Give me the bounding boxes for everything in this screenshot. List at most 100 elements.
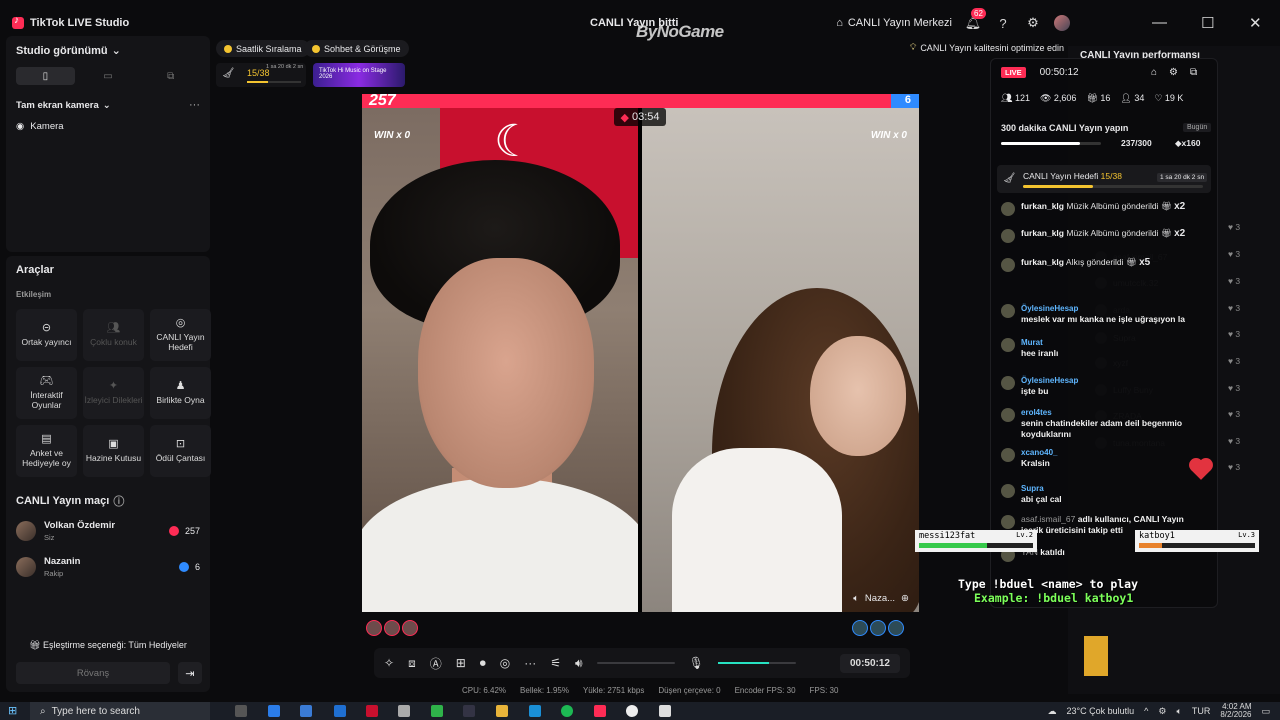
language-indicator[interactable]: TUR [1192, 706, 1211, 716]
chat-meet-pill[interactable]: Sohbet & Görüşme [304, 40, 409, 57]
folder-icon[interactable] [496, 705, 508, 717]
windows-start-icon[interactable]: ⊞ [8, 704, 17, 717]
add-icon[interactable]: ⊕ [901, 593, 909, 604]
gifter-avatar[interactable] [384, 620, 400, 636]
volume-icon[interactable]: 🔊︎ [575, 656, 583, 671]
app-icon[interactable] [659, 705, 671, 717]
panel-actions: ⌂ ⚙ ⧉ [1151, 67, 1197, 78]
tool-wishes[interactable]: ✦ İzleyici Dilekleri [83, 367, 144, 419]
add-source-icon[interactable]: ⊞ [456, 656, 466, 670]
chat-message[interactable]: xcano40_ Kralsin [1001, 447, 1206, 469]
speaker-icon[interactable]: 🔈︎ [853, 593, 859, 604]
app-icon[interactable] [431, 705, 443, 717]
info-icon[interactable]: ⓘ [113, 493, 124, 509]
help-button[interactable]: ? [994, 14, 1012, 32]
tool-target[interactable]: ◎ CANLI Yayın Hedefi [150, 309, 211, 361]
tool-treasure[interactable]: ▣ Hazine Kutusu [83, 425, 144, 477]
tool-gamepad[interactable]: 🎮︎ İnteraktif Oyunlar [16, 367, 77, 419]
gifter-avatar[interactable] [870, 620, 886, 636]
volume-slider[interactable] [596, 662, 675, 664]
dual-option[interactable]: ⧉ [141, 67, 200, 85]
chevron-up-icon[interactable]: ^ [1144, 706, 1148, 716]
chat-message[interactable]: furkan_klg Müzik Albümü gönderildi 🎁︎ x2 [1001, 228, 1206, 243]
chat-message[interactable]: ÖylesineHesap işte bu [1001, 375, 1206, 397]
live-center-button[interactable]: ⌂ CANLI Yayın Merkezi [836, 17, 952, 29]
maximize-button[interactable]: ☐ [1201, 14, 1214, 32]
music-banner[interactable]: TikTok Hi Music on Stage 2026 [313, 63, 405, 87]
gifter-avatar[interactable] [852, 620, 868, 636]
chat-body: Murat hee iranlı [1021, 337, 1058, 359]
tool-reward-bag[interactable]: ⊡ Ödül Çantası [150, 425, 211, 477]
mic-slider[interactable] [717, 662, 796, 664]
minimize-button[interactable]: — [1152, 14, 1167, 31]
lock-icon[interactable]: ⌂ [1151, 67, 1157, 78]
hourly-ranking-pill[interactable]: Saatlik Sıralama [216, 40, 310, 57]
chat-message[interactable]: furkan_klg Alkış gönderildi 🎁︎ x5 [1001, 257, 1206, 272]
live-goal-box[interactable]: 🧹︎ CANLI Yayın Hedefi 15/38 1 sa 20 dk 2… [997, 165, 1211, 193]
live-metrics: 👥︎ 121 👁︎ 2,606 🎁︎ 16 👤︎ 34 ♡ 19 K [1001, 93, 1183, 104]
spotify-icon[interactable] [561, 705, 573, 717]
notification-icon[interactable]: ▭ [1261, 706, 1270, 717]
settings-icon[interactable]: ⚙ [1169, 67, 1178, 78]
exit-match-button[interactable]: ⇥ [178, 662, 202, 684]
task-view-icon[interactable] [235, 705, 247, 717]
portrait-option[interactable]: ▯ [16, 67, 75, 85]
gifter-avatar[interactable] [888, 620, 904, 636]
clock[interactable]: 4:02 AM 8/2/2026 [1220, 703, 1251, 719]
app-icon[interactable] [463, 705, 475, 717]
rematch-button[interactable]: Rövanş [16, 662, 170, 684]
app-icon[interactable] [626, 705, 638, 717]
network-icon[interactable]: ⚙ [1158, 706, 1166, 717]
record-icon[interactable]: ⏺ [480, 656, 486, 671]
tool-multi-guest[interactable]: 👥︎ Çoklu konuk [83, 309, 144, 361]
edge-icon[interactable] [529, 705, 541, 717]
mic-icon[interactable]: 🎙︎ [689, 656, 704, 670]
adjust-icon[interactable]: ⚟ [550, 656, 561, 670]
notifications-button[interactable]: 🔔︎ 62 [964, 8, 986, 32]
popout-icon[interactable]: ⧉ [1190, 67, 1197, 78]
app-icon[interactable] [366, 705, 378, 717]
weather-text[interactable]: 23°C Çok bulutlu [1066, 706, 1134, 716]
battle-timer: ◆ 03:54 [614, 108, 666, 126]
close-button[interactable]: ✕ [1249, 14, 1262, 32]
store-icon[interactable] [300, 705, 312, 717]
capture-icon[interactable]: ⧈ [408, 656, 416, 671]
landscape-option[interactable]: ▭ [79, 67, 138, 85]
more-icon[interactable]: ··· [524, 656, 536, 670]
app-icon[interactable] [398, 705, 410, 717]
avatar[interactable] [1054, 15, 1070, 31]
camera-switch-icon[interactable]: ◎ [500, 656, 510, 670]
player-role: Rakip [44, 569, 64, 578]
ai-icon[interactable]: Ⓐ [430, 655, 442, 672]
effects-icon[interactable]: ✧ [384, 656, 394, 670]
chevron-down-icon: ⌄ [102, 99, 111, 111]
tool-play-together[interactable]: ♟ Birlikte Oyna [150, 367, 211, 419]
edge-icon[interactable] [334, 705, 346, 717]
clock-date: 8/2/2026 [1220, 710, 1252, 719]
taskbar-search[interactable]: ⌕ Type here to search [30, 702, 210, 720]
copilot-icon[interactable] [268, 705, 280, 717]
chat-message[interactable]: furkan_klg Müzik Albümü gönderildi 🎁︎ x2 [1001, 201, 1206, 216]
weather-icon[interactable]: ☁ [1047, 706, 1056, 717]
chat-message[interactable]: Supra abi çal cal [1001, 483, 1206, 505]
chat-message[interactable]: ÖylesineHesap meslek var mı kanka ne işle… [1001, 303, 1206, 325]
chat-message[interactable]: Murat hee iranlı [1001, 337, 1206, 359]
match-player-row[interactable]: Nazanin Rakip 6 [16, 549, 200, 585]
tool-link[interactable]: ⊝ Ortak yayıncı [16, 309, 77, 361]
settings-button[interactable]: ⚙ [1024, 14, 1042, 32]
scene-dropdown[interactable]: Tam ekran kamera ⌄ [16, 100, 111, 111]
live-header: LIVE 00:50:12 [1001, 67, 1079, 78]
optimize-tip[interactable]: 💡︎ CANLI Yayın kalitesini optimize edin [910, 42, 1064, 53]
chat-message[interactable]: erol4tes senin chatindekiler adam deil be… [1001, 407, 1206, 440]
tiktok-icon[interactable] [594, 705, 606, 717]
match-player-row[interactable]: Volkan Özdemir Siz 257 [16, 513, 200, 549]
gifter-avatar[interactable] [366, 620, 382, 636]
studio-view-dropdown[interactable]: Studio görünümü ⌄ [16, 44, 200, 58]
tool-poll[interactable]: ▤ Anket ve Hediyeyle oy [16, 425, 77, 477]
gifter-avatar[interactable] [402, 620, 418, 636]
chat-user: furkan_klg [1021, 201, 1064, 211]
goal-mini-widget[interactable]: 🧹︎ 15/38 1 sa 20 dk 2 sn [216, 63, 306, 87]
source-camera[interactable]: ◉ Kamera [16, 121, 200, 132]
speaker-icon[interactable]: 🔈︎ [1176, 706, 1181, 717]
more-icon[interactable]: ··· [189, 99, 200, 111]
